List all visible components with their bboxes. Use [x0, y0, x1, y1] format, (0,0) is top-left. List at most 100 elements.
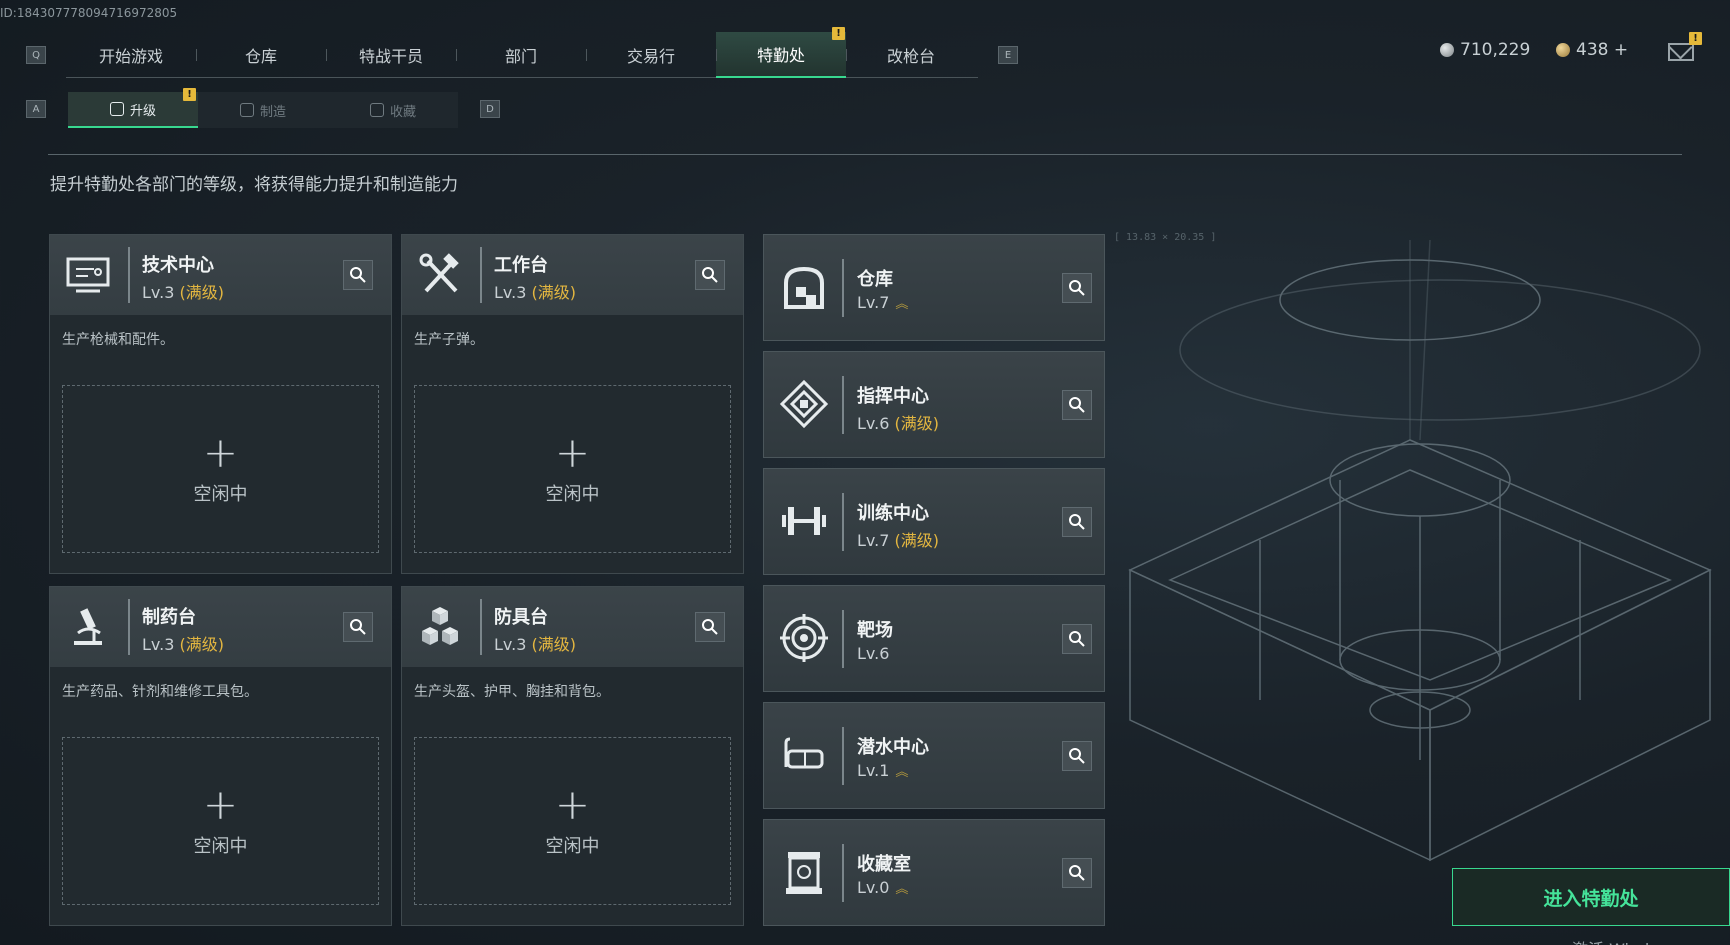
page-description: 提升特勤处各部门的等级，将获得能力提升和制造能力 — [50, 175, 458, 195]
facility-name: 防具台 — [494, 607, 548, 628]
inspect-button[interactable] — [695, 612, 725, 642]
inspect-button[interactable] — [695, 260, 725, 290]
tab-gunsmith[interactable]: 改枪台 — [846, 32, 976, 78]
plus-icon: + — [202, 780, 239, 829]
search-icon — [1069, 397, 1085, 413]
slot-status: 空闲中 — [193, 484, 248, 505]
subtab-collection-label: 收藏 — [389, 104, 416, 120]
search-icon — [702, 619, 718, 635]
upgrade-icon — [109, 102, 124, 116]
plus-icon: + — [202, 428, 239, 477]
facility-command-center[interactable]: 指挥中心 Lv.6 (满级) — [763, 351, 1105, 458]
enter-special-ops-button[interactable]: 进入特勤处 — [1452, 868, 1730, 926]
upgrade-alert-badge: ! — [183, 88, 196, 101]
facility-training-center[interactable]: 训练中心 Lv.7 (满级) — [763, 468, 1105, 575]
inspect-button[interactable] — [1062, 507, 1092, 537]
facility-level: Lv.6 (满级) — [857, 414, 939, 433]
card-separator — [842, 259, 844, 317]
divider — [48, 154, 1682, 155]
search-icon — [350, 619, 366, 635]
facility-name: 仓库 — [857, 269, 893, 290]
card-workbench[interactable]: 工作台 Lv.3 (满级) 生产子弹。 + 空闲中 — [401, 234, 744, 574]
gold-coin-icon — [1556, 43, 1570, 57]
card-separator — [480, 247, 482, 303]
facility-level: Lv.0 ︽ — [857, 878, 909, 897]
card-separator — [128, 247, 130, 303]
inspect-button[interactable] — [1062, 741, 1092, 771]
tab-start-game[interactable]: 开始游戏 — [66, 32, 196, 78]
facility-description: 生产子弹。 — [414, 332, 484, 348]
upgrade-chevron-icon: ︽ — [895, 882, 909, 897]
tab-special-ops[interactable]: 特勤处 — [716, 32, 846, 78]
facility-name: 工作台 — [494, 255, 548, 276]
sub-navigation: 升级 制造 收藏 — [68, 92, 458, 128]
search-icon — [1069, 865, 1085, 881]
gear-icon — [239, 103, 254, 117]
upgrade-chevron-icon: ︽ — [895, 765, 909, 780]
card-separator — [128, 599, 130, 655]
subtab-collection[interactable]: 收藏 — [328, 92, 458, 128]
card-pharmacy[interactable]: 制药台 Lv.3 (满级) 生产药品、针剂和维修工具包。 + 空闲中 — [49, 586, 392, 926]
activate-windows-watermark: 激活 Wind — [1572, 936, 1649, 945]
facility-name: 潜水中心 — [857, 737, 929, 758]
card-separator — [842, 727, 844, 785]
facility-description: 生产枪械和配件。 — [62, 332, 174, 348]
silver-coin-icon — [1440, 43, 1454, 57]
facility-level: Lv.1 ︽ — [857, 761, 909, 780]
hotkey-e: E — [998, 46, 1018, 64]
facility-description: 生产头盔、护甲、胸挂和背包。 — [414, 684, 610, 700]
production-slot[interactable]: + 空闲中 — [62, 737, 379, 905]
mail-alert-badge: ! — [1689, 32, 1702, 45]
facility-level: Lv.7 ︽ — [857, 293, 909, 312]
card-armor-bench[interactable]: 防具台 Lv.3 (满级) 生产头盔、护甲、胸挂和背包。 + 空闲中 — [401, 586, 744, 926]
boxes-icon — [422, 607, 458, 645]
target-icon — [780, 614, 828, 662]
slot-status: 空闲中 — [545, 836, 600, 857]
production-slot[interactable]: + 空闲中 — [414, 385, 731, 553]
tab-department[interactable]: 部门 — [456, 32, 586, 78]
inspect-button[interactable] — [343, 260, 373, 290]
facility-shooting-range[interactable]: 靶场 Lv.6 — [763, 585, 1105, 692]
tab-warehouse[interactable]: 仓库 — [196, 32, 326, 78]
production-slot[interactable]: + 空闲中 — [62, 385, 379, 553]
facility-name: 训练中心 — [857, 503, 929, 524]
subtab-craft-label: 制造 — [259, 104, 286, 120]
subtab-upgrade[interactable]: 升级 — [68, 92, 198, 128]
facility-warehouse[interactable]: 仓库 Lv.7 ︽ — [763, 234, 1105, 341]
dumbbell-icon — [782, 507, 826, 535]
subtab-craft[interactable]: 制造 — [198, 92, 328, 128]
hammer-wrench-icon — [419, 253, 459, 293]
plus-icon: + — [554, 780, 591, 829]
special-ops-alert-badge: ! — [832, 27, 845, 40]
silver-amount: 710,229 — [1460, 40, 1531, 60]
search-icon — [702, 267, 718, 283]
mail-icon[interactable] — [1668, 43, 1694, 61]
tab-market[interactable]: 交易行 — [586, 32, 716, 78]
production-slot[interactable]: + 空闲中 — [414, 737, 731, 905]
hotkey-a: A — [26, 100, 46, 118]
facility-level: Lv.3 (满级) — [494, 283, 576, 302]
inspect-button[interactable] — [343, 612, 373, 642]
card-separator — [480, 599, 482, 655]
facility-diving-center[interactable]: 潜水中心 Lv.1 ︽ — [763, 702, 1105, 809]
card-tech-center[interactable]: 技术中心 Lv.3 (满级) 生产枪械和配件。 + 空闲中 — [49, 234, 392, 574]
hotkey-d: D — [480, 100, 500, 118]
gold-currency[interactable]: 438 + — [1556, 40, 1628, 60]
inspect-button[interactable] — [1062, 390, 1092, 420]
user-id: ID:18430777809471697280​5 — [0, 6, 178, 20]
tab-operators[interactable]: 特战干员 — [326, 32, 456, 78]
card-separator — [842, 610, 844, 668]
upgrade-chevron-icon: ︽ — [895, 297, 909, 312]
inspect-button[interactable] — [1062, 858, 1092, 888]
inspect-button[interactable] — [1062, 624, 1092, 654]
display-case-icon — [786, 852, 822, 894]
silver-currency: 710,229 — [1440, 40, 1530, 60]
facility-collection-room[interactable]: 收藏室 Lv.0 ︽ — [763, 819, 1105, 926]
warehouse-icon — [784, 266, 824, 309]
facility-level: Lv.3 (满级) — [494, 635, 576, 654]
facility-level: Lv.6 — [857, 644, 890, 663]
facility-name: 技术中心 — [142, 255, 214, 276]
inspect-button[interactable] — [1062, 273, 1092, 303]
facility-name: 收藏室 — [857, 854, 911, 875]
search-icon — [1069, 514, 1085, 530]
